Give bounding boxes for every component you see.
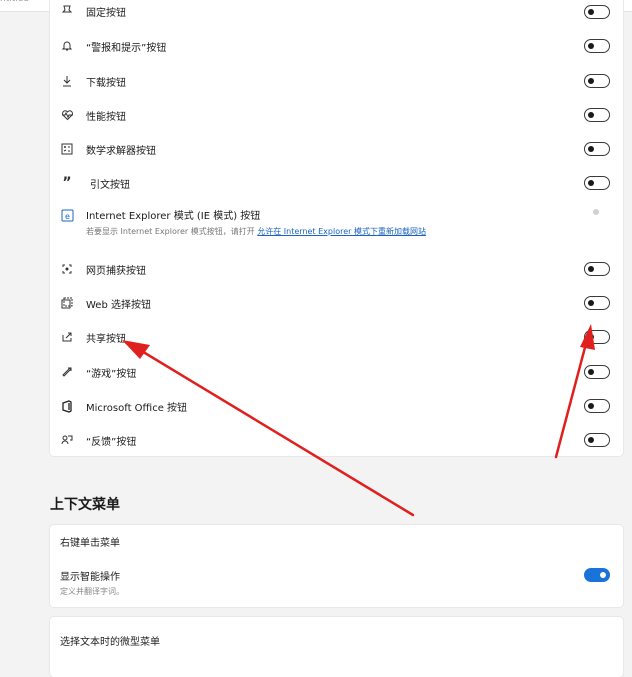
download-icon [58,72,76,90]
ie-mode-button-toggle [584,206,610,220]
toolbar-item-label: Web 选择按钮 [86,300,151,311]
feedback-button-toggle[interactable] [584,433,610,447]
toolbar-item-label: 网页捕获按钮 [86,266,146,277]
share-icon [58,328,76,346]
toolbar-item-label: 数学求解器按钮 [86,146,156,157]
toolbar-item-label: 引文按钮 [90,180,130,191]
right-click-menu-card: 右键单击菜单 显示智能操作 定义并翻译字词。 [50,525,623,607]
bell-icon [58,37,76,55]
toolbar-item-pin: 固定按钮 [50,0,623,20]
toolbar-item-ie-mode: e Internet Explorer 模式 (IE 模式) 按钮 若要显示 I… [50,203,623,247]
toolbar-item-label: “游戏”按钮 [86,369,137,380]
downloads-button-toggle[interactable] [584,74,610,88]
context-menu-section-title: 上下文菜单 [50,497,120,513]
ie-mode-settings-link[interactable]: 允许在 Internet Explorer 模式下重新加载网站 [257,227,426,236]
games-button-toggle[interactable] [584,365,610,379]
toolbar-item-label: 性能按钮 [86,112,126,123]
toolbar-item-share: 共享按钮 [50,325,623,349]
ie-mode-icon: e [58,206,76,224]
feedback-icon [58,431,76,449]
ie-mode-hint: 若要显示 Internet Explorer 模式按钮，请打开 允许在 Inte… [86,226,426,237]
toolbar-item-downloads: 下载按钮 [50,69,623,93]
toolbar-item-citations: ” 引文按钮 [50,171,623,195]
performance-button-toggle[interactable] [584,108,610,122]
smart-actions-description: 定义并翻译字词。 [60,587,124,596]
window-title-fragment: ntitled [0,0,29,4]
citations-button-toggle[interactable] [584,176,610,190]
toolbar-buttons-card: 固定按钮 “警报和提示”按钮 下载按钮 性能按钮 数学求解器按钮 ” 引文按钮 … [50,0,623,456]
toolbar-item-alerts: “警报和提示”按钮 [50,34,623,58]
toolbar-item-web-capture: 网页捕获按钮 [50,257,623,281]
toolbar-item-web-select: Web 选择按钮 [50,291,623,315]
web-capture-button-toggle[interactable] [584,262,610,276]
toolbar-item-games: “游戏”按钮 [50,360,623,384]
toolbar-item-office: Microsoft Office 按钮 [50,394,623,418]
web-select-icon [58,294,76,312]
quote-icon: ” [62,175,72,191]
share-button-toggle[interactable] [584,330,610,344]
right-click-menu-header: 右键单击菜单 [60,538,120,549]
toolbar-item-feedback: “反馈”按钮 [50,428,623,452]
heart-pulse-icon [58,106,76,124]
math-solver-button-toggle[interactable] [584,142,610,156]
game-icon [58,363,76,381]
toolbar-item-label: Microsoft Office 按钮 [86,403,188,414]
toolbar-item-label: 共享按钮 [86,334,126,345]
mini-menu-label: 选择文本时的微型菜单 [60,637,160,648]
svg-text:e: e [65,212,70,221]
toolbar-item-label: “反馈”按钮 [86,437,137,448]
toolbar-item-label: “警报和提示”按钮 [86,43,167,54]
toolbar-item-label: Internet Explorer 模式 (IE 模式) 按钮 [86,211,261,222]
toolbar-item-performance: 性能按钮 [50,103,623,127]
web-select-button-toggle[interactable] [584,296,610,310]
toolbar-item-math-solver: 数学求解器按钮 [50,137,623,161]
toolbar-item-label: 下载按钮 [86,78,126,89]
smart-actions-toggle[interactable] [584,568,610,582]
alerts-button-toggle[interactable] [584,39,610,53]
mini-menu-card: 选择文本时的微型菜单 [50,617,623,677]
office-icon [58,397,76,415]
office-button-toggle[interactable] [584,399,610,413]
web-capture-icon [58,260,76,278]
math-solver-icon [58,140,76,158]
ie-mode-hint-text: 若要显示 Internet Explorer 模式按钮，请打开 [86,227,255,236]
smart-actions-label: 显示智能操作 [60,572,120,583]
toolbar-item-label: 固定按钮 [86,8,126,19]
pin-icon [58,1,76,19]
pin-button-toggle[interactable] [584,5,610,19]
